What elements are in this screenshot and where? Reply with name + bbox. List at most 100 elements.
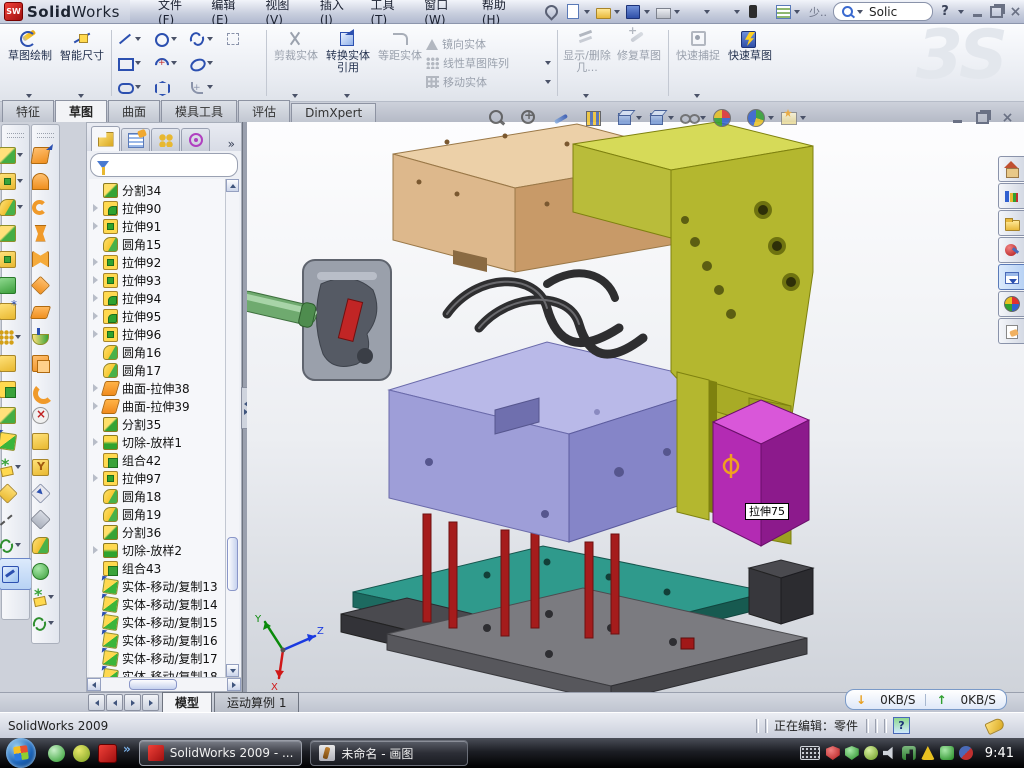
sketch-tool-button[interactable]	[189, 51, 225, 75]
dropdown-arrow-icon[interactable]	[207, 61, 213, 65]
view-tool-button[interactable]	[647, 108, 667, 128]
menu-item[interactable]: 窗口(W)	[414, 0, 472, 27]
tray-icon[interactable]	[845, 746, 859, 760]
view-tool-button[interactable]	[615, 108, 635, 128]
toolbar-button[interactable]	[32, 558, 59, 584]
start-button[interactable]	[6, 738, 36, 768]
tray-icon[interactable]	[940, 746, 954, 760]
tree-item[interactable]: 组合42	[89, 451, 225, 469]
tree-item[interactable]: 实体-移动/复制15	[89, 613, 225, 631]
tree-item[interactable]: 拉伸93	[89, 271, 225, 289]
toolbar-button[interactable]	[0, 454, 32, 480]
doc-close-button[interactable]: ×	[999, 110, 1016, 125]
toolbar-button[interactable]	[32, 220, 59, 246]
expand-arrow-icon[interactable]	[93, 294, 103, 302]
dropdown-arrow-icon[interactable]	[700, 116, 706, 120]
dropdown-arrow-icon[interactable]	[15, 465, 21, 469]
tree-item[interactable]: 圆角15	[89, 235, 225, 253]
toolbar-button[interactable]	[0, 324, 32, 350]
tray-icon[interactable]	[864, 746, 878, 760]
expand-arrow-icon[interactable]	[93, 276, 103, 284]
tree-item[interactable]: 拉伸92	[89, 253, 225, 271]
part-side-insert[interactable]	[713, 400, 809, 546]
smart-dimension-button[interactable]: 智能尺寸	[56, 24, 108, 102]
rapid-sketch-button[interactable]: 快速草图	[724, 24, 776, 102]
expand-arrow-icon[interactable]	[93, 546, 103, 554]
toolbar-button[interactable]	[623, 2, 643, 21]
dropdown-arrow-icon[interactable]	[694, 94, 700, 98]
toolbar-button[interactable]	[593, 2, 613, 21]
display-delete-relations-button[interactable]: 显示/删除几...	[561, 24, 613, 102]
toolbar-button[interactable]	[0, 402, 32, 428]
expand-arrow-icon[interactable]	[93, 438, 103, 446]
expand-arrow-icon[interactable]	[93, 330, 103, 338]
tree-item[interactable]: 拉伸97	[89, 469, 225, 487]
toolbar-button[interactable]	[0, 480, 32, 506]
menu-item[interactable]: 插入(I)	[310, 0, 361, 27]
dropdown-arrow-icon[interactable]	[17, 153, 23, 157]
move-entities-button[interactable]: 移动实体	[426, 74, 554, 90]
view-tool-button[interactable]	[487, 108, 507, 128]
dropdown-arrow-icon[interactable]	[674, 10, 680, 14]
toolbar-button[interactable]	[32, 324, 59, 350]
view-tool-button[interactable]	[551, 108, 571, 128]
trim-entities-button[interactable]: 剪裁实体	[270, 24, 322, 102]
doc-minimize-button[interactable]	[949, 110, 966, 125]
sketch-tool-button[interactable]	[153, 75, 189, 99]
expand-arrow-icon[interactable]	[93, 204, 103, 212]
mirror-entities-button[interactable]: 镜向实体	[426, 36, 554, 52]
toolbar-button[interactable]	[32, 350, 59, 376]
scroll-right-button[interactable]	[227, 678, 241, 691]
scroll-left-button[interactable]	[87, 678, 101, 691]
chevron-right-icon[interactable]: »	[224, 137, 239, 151]
tree-item[interactable]: 组合43	[89, 559, 225, 577]
ribbon-tab[interactable]: 评估	[238, 100, 290, 122]
toolbar-button[interactable]	[713, 2, 733, 21]
task-pane-tab[interactable]	[998, 183, 1024, 209]
close-button[interactable]: ×	[1007, 4, 1024, 19]
menu-item[interactable]: 编辑(E)	[201, 0, 255, 27]
toolbar-button[interactable]	[653, 2, 673, 21]
tree-item[interactable]: 拉伸94	[89, 289, 225, 307]
menu-item[interactable]: 工具(T)	[360, 0, 414, 27]
tray-icon[interactable]	[883, 746, 897, 760]
dropdown-arrow-icon[interactable]	[614, 10, 620, 14]
task-pane-tab[interactable]	[998, 156, 1024, 182]
toolbar-grip[interactable]	[37, 133, 54, 138]
dropdown-arrow-icon[interactable]	[768, 116, 774, 120]
ribbon-tab[interactable]: 草图	[55, 100, 107, 123]
toolbar-button[interactable]	[0, 168, 32, 194]
dropdown-arrow-icon[interactable]	[48, 595, 54, 599]
linear-pattern-button[interactable]: 线性草图阵列	[426, 55, 554, 71]
tree-item[interactable]: 实体-移动/复制14	[89, 595, 225, 613]
manager-tab[interactable]	[91, 126, 120, 151]
tree-horizontal-scrollbar[interactable]	[87, 677, 241, 691]
tag-icon[interactable]	[984, 716, 1005, 734]
dropdown-arrow-icon[interactable]	[668, 116, 674, 120]
taskbar-window-button[interactable]: 未命名 - 画图	[310, 740, 468, 766]
toolbar-button[interactable]	[0, 220, 32, 246]
scroll-down-button[interactable]	[226, 664, 239, 677]
dropdown-arrow-icon[interactable]	[292, 94, 298, 98]
dropdown-arrow-icon[interactable]	[545, 80, 551, 84]
ribbon-tab[interactable]: 特征	[2, 100, 54, 122]
dropdown-arrow-icon[interactable]	[48, 621, 54, 625]
dropdown-arrow-icon[interactable]	[584, 10, 590, 14]
toolbar-button[interactable]	[743, 2, 763, 21]
sketch-tool-button[interactable]	[117, 75, 153, 99]
model-canvas[interactable]: Y Z X	[247, 122, 1024, 692]
pin-icon[interactable]	[541, 2, 561, 21]
tree-item[interactable]: 拉伸95	[89, 307, 225, 325]
tree-item[interactable]: 曲面-拉伸38	[89, 379, 225, 397]
tab-prev-button[interactable]	[106, 694, 123, 711]
tree-item[interactable]: 实体-移动/复制17	[89, 649, 225, 667]
view-tool-button[interactable]	[713, 109, 731, 127]
quick-snaps-button[interactable]: 快速捕捉	[672, 24, 724, 102]
toolbar-button[interactable]	[773, 2, 793, 21]
dropdown-arrow-icon[interactable]	[545, 61, 551, 65]
task-pane-tab[interactable]	[998, 237, 1024, 263]
tree-item[interactable]: 分割34	[89, 181, 225, 199]
toolbar-button[interactable]	[0, 142, 32, 168]
dropdown-arrow-icon[interactable]	[344, 94, 350, 98]
dropdown-arrow-icon[interactable]	[135, 85, 141, 89]
